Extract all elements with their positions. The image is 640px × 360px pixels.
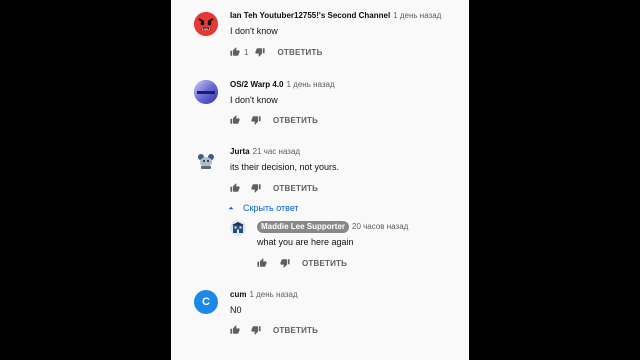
comment-timestamp[interactable]: 1 день назад xyxy=(393,11,441,20)
comment-author[interactable]: cum xyxy=(230,290,246,299)
dislike-icon[interactable] xyxy=(280,258,290,268)
reply-timestamp[interactable]: 20 часов назад xyxy=(352,222,408,231)
reply-author-chip[interactable]: Maddie Lee Supporter xyxy=(257,221,350,233)
like-icon[interactable] xyxy=(230,183,240,193)
comment-text: I don't know xyxy=(230,95,278,105)
comment-text: N0 xyxy=(230,305,242,315)
comment-actions: 1 ОТВЕТИТЬ xyxy=(230,46,323,58)
comment-header: OS/2 Warp 4.0 1 день назад xyxy=(230,80,335,90)
reply-button[interactable]: ОТВЕТИТЬ xyxy=(273,184,318,193)
dislike-icon[interactable] xyxy=(251,325,261,335)
comment-actions: ОТВЕТИТЬ xyxy=(230,182,318,194)
reply-button[interactable]: ОТВЕТИТЬ xyxy=(277,48,322,57)
comment-actions: ОТВЕТИТЬ xyxy=(230,114,318,126)
comment-header: cum 1 день назад xyxy=(230,290,298,300)
avatar-letter-icon[interactable]: C xyxy=(194,290,218,314)
comment-actions: ОТВЕТИТЬ xyxy=(230,324,318,336)
reply-button[interactable]: ОТВЕТИТЬ xyxy=(302,259,347,268)
hide-replies-label: Скрыть ответ xyxy=(243,203,299,213)
reply-text: what you are here again xyxy=(257,237,354,247)
like-icon[interactable] xyxy=(230,47,240,57)
like-icon[interactable] xyxy=(257,258,267,268)
reply-button[interactable]: ОТВЕТИТЬ xyxy=(273,326,318,335)
comment-author[interactable]: OS/2 Warp 4.0 xyxy=(230,80,284,89)
comment-timestamp[interactable]: 21 час назад xyxy=(253,147,301,156)
chevron-up-icon xyxy=(228,206,234,210)
dislike-icon[interactable] xyxy=(251,115,261,125)
comment-timestamp[interactable]: 1 день назад xyxy=(249,290,297,299)
like-icon[interactable] xyxy=(230,115,240,125)
avatar-character-icon[interactable] xyxy=(194,148,218,172)
avatar-letter: C xyxy=(202,296,210,308)
avatar-building-icon[interactable] xyxy=(230,220,246,236)
like-count: 1 xyxy=(244,47,249,57)
comment-author[interactable]: Ian Teh Youtuber12755!'s Second Channel xyxy=(230,11,390,20)
avatar-os2-warp-icon[interactable] xyxy=(194,80,218,104)
hide-replies-button[interactable]: Скрыть ответ xyxy=(227,202,299,214)
comments-panel: Ian Teh Youtuber12755!'s Second Channel 1… xyxy=(171,0,469,360)
reply-actions: ОТВЕТИТЬ xyxy=(257,257,347,269)
comment-text: I don't know xyxy=(230,26,278,36)
comment-header: Jurta 21 час назад xyxy=(230,147,300,157)
comment-header: Ian Teh Youtuber12755!'s Second Channel 1… xyxy=(230,11,441,21)
comment-text: its their decision, not yours. xyxy=(230,162,340,172)
dislike-icon[interactable] xyxy=(251,183,261,193)
reply-header: Maddie Lee Supporter 20 часов назад xyxy=(257,221,408,233)
avatar-angry-face-icon[interactable] xyxy=(194,12,218,36)
comment-timestamp[interactable]: 1 день назад xyxy=(287,80,335,89)
dislike-icon[interactable] xyxy=(255,47,266,57)
comment-author[interactable]: Jurta xyxy=(230,147,250,156)
reply-button[interactable]: ОТВЕТИТЬ xyxy=(273,116,318,125)
like-icon[interactable] xyxy=(230,325,240,335)
